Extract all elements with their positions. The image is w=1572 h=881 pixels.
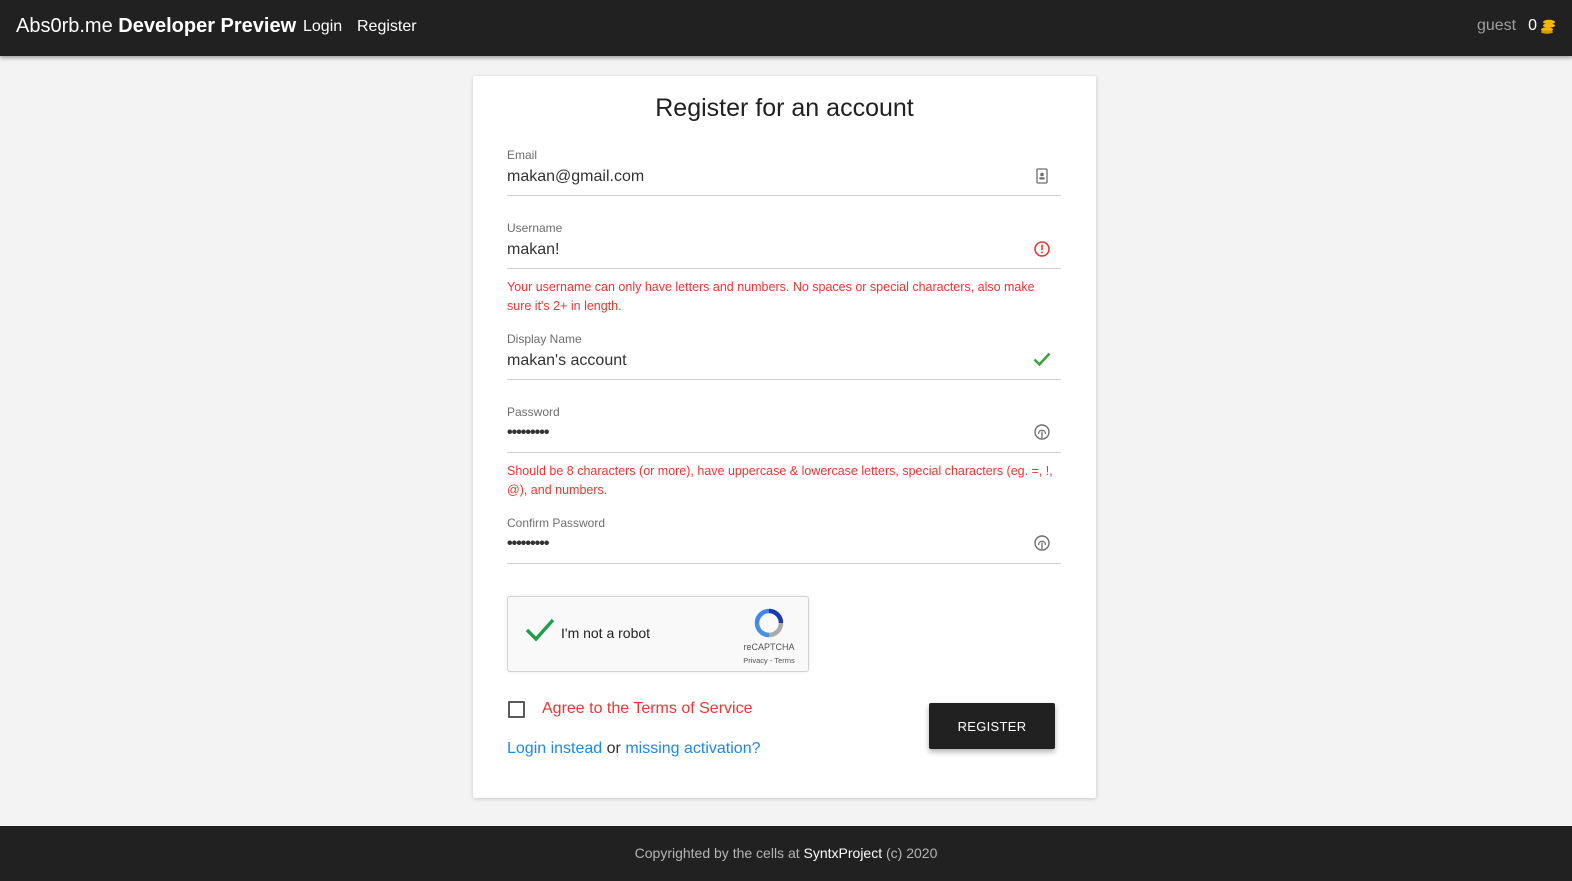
missing-activation-link[interactable]: missing activation? [625, 740, 760, 757]
recaptcha-brand: reCAPTCHA [743, 642, 795, 652]
brand-name: Abs0rb.me [16, 15, 113, 37]
username-label: Username [507, 221, 563, 235]
confirm-password-label: Confirm Password [507, 516, 606, 530]
password-field[interactable]: ••••••••• [507, 424, 549, 442]
recaptcha-label: I'm not a robot [561, 625, 651, 641]
or-text: or [606, 740, 621, 757]
recaptcha-links[interactable]: Privacy - Terms [736, 656, 802, 665]
contact-card-icon [1036, 168, 1048, 184]
fingerprint-icon[interactable] [1033, 423, 1051, 441]
recaptcha-widget: I'm not a robot reCAPTCHA Privacy - Term… [507, 596, 809, 672]
user-status: guest 0 [1477, 17, 1556, 35]
register-button[interactable]: REGISTER [929, 703, 1055, 749]
confirm-password-field[interactable]: ••••••••• [507, 535, 549, 553]
recaptcha-logo-icon [754, 608, 784, 638]
coins-icon [1541, 19, 1555, 34]
error-icon [1034, 241, 1050, 257]
fingerprint-icon[interactable] [1033, 534, 1051, 552]
display-name-label: Display Name [507, 332, 582, 346]
confirm-password-underline [507, 563, 1061, 564]
password-underline [507, 452, 1061, 453]
email-field[interactable]: makan@gmail.com [507, 168, 644, 186]
username-error: Your username can only have letters and … [507, 280, 1035, 313]
display-name-field[interactable]: makan's account [507, 352, 627, 370]
terms-label[interactable]: Agree to the Terms of Service [542, 700, 752, 718]
terms-checkbox[interactable] [508, 701, 525, 718]
login-instead-link[interactable]: Login instead [507, 740, 602, 757]
password-label: Password [507, 405, 560, 419]
email-underline [507, 195, 1061, 196]
display-name-underline [507, 379, 1061, 380]
brand-suffix: Developer Preview [118, 15, 297, 37]
form-links: Login instead or missing activation? [507, 740, 761, 758]
footer-company-link[interactable]: SyntxProject [804, 845, 883, 861]
password-error: Should be 8 characters (or more), have u… [507, 464, 1053, 497]
footer-prefix: Copyrighted by the cells at [634, 845, 800, 861]
user-name[interactable]: guest [1477, 17, 1516, 35]
check-icon [1033, 352, 1051, 367]
username-field[interactable]: makan! [507, 241, 559, 259]
brand-logo[interactable]: Abs0rb.me Developer Preview [16, 15, 296, 38]
footer-suffix: (c) 2020 [886, 845, 938, 861]
page-title: Register for an account [655, 94, 914, 122]
email-label: Email [507, 148, 538, 162]
check-icon[interactable] [525, 617, 555, 643]
coin-count: 0 [1528, 17, 1537, 34]
footer: Copyrighted by the cells at SyntxProject… [0, 826, 1572, 881]
top-navbar: Abs0rb.me Developer Preview Login Regist… [0, 0, 1572, 56]
username-underline [507, 268, 1061, 269]
nav-login-link[interactable]: Login [303, 18, 342, 36]
nav-register-link[interactable]: Register [357, 18, 417, 36]
